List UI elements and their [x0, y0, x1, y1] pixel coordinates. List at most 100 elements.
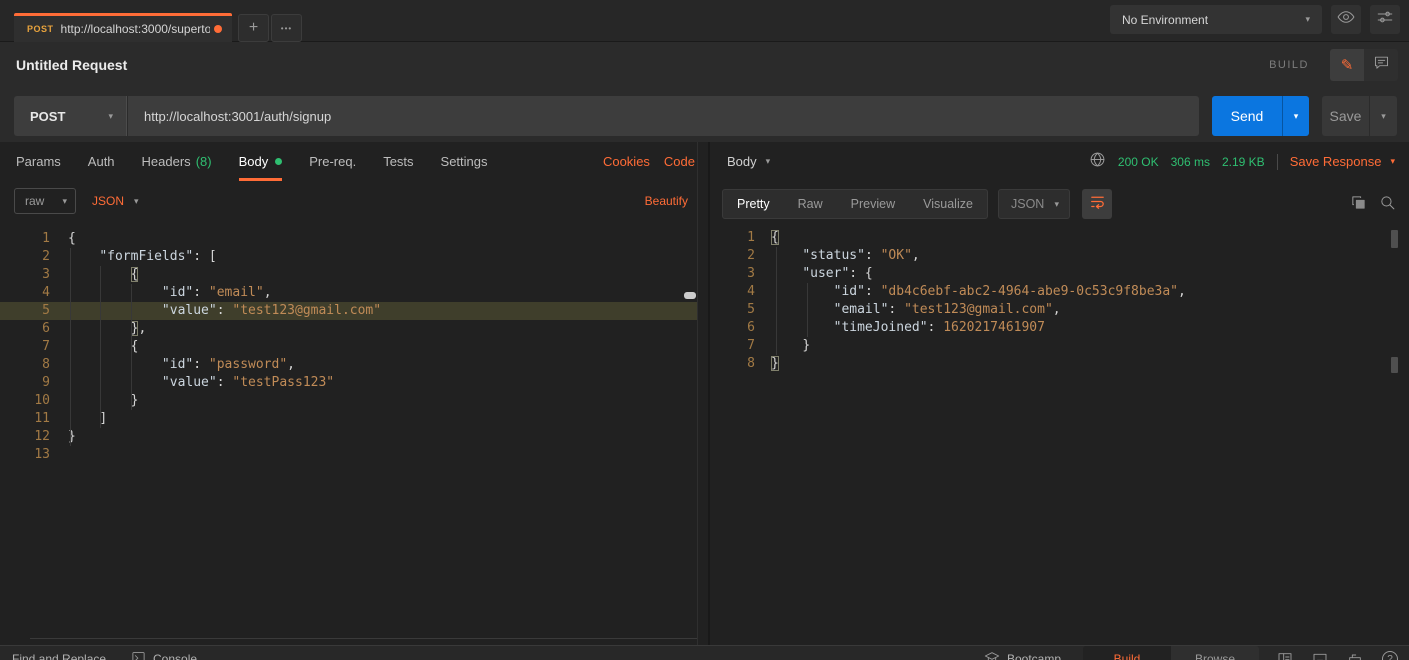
method-selector[interactable]: POST ▾	[14, 96, 127, 136]
line-number: 6	[0, 320, 50, 338]
window-icon[interactable]	[1312, 651, 1328, 660]
indent-guide	[131, 284, 132, 410]
response-language-value: JSON	[1011, 197, 1044, 211]
code-line[interactable]: 5 "email": "test123@gmail.com",	[710, 301, 1409, 319]
code-line[interactable]: 13	[0, 446, 708, 464]
pencil-icon: ✎	[1341, 56, 1354, 74]
body-format-value: raw	[25, 194, 44, 208]
code-line[interactable]: 4 "id": "db4c6ebf-abc2-4964-abe9-0c53c9f…	[710, 283, 1409, 301]
response-body-selector[interactable]: Body ▾	[727, 154, 770, 169]
browse-tab[interactable]: Browse	[1171, 646, 1259, 660]
url-field-container	[128, 96, 1199, 136]
beautify-link[interactable]: Beautify	[645, 188, 688, 214]
save-button[interactable]: Save	[1322, 96, 1369, 136]
response-scrollbar-mark[interactable]	[1391, 230, 1398, 248]
panels-icon[interactable]	[1277, 651, 1293, 660]
console-button[interactable]: Console	[131, 646, 197, 660]
edit-mode-button[interactable]: ✎	[1330, 49, 1364, 81]
chevron-down-icon: ▾	[1390, 156, 1395, 167]
url-input[interactable]	[128, 109, 1199, 124]
tab-headers[interactable]: Headers(8)	[142, 142, 212, 181]
code-text: },	[68, 320, 146, 338]
response-scrollbar-mark[interactable]	[1391, 357, 1398, 373]
code-line[interactable]: 11 ]	[0, 410, 708, 428]
code-text: }	[68, 392, 138, 410]
build-tab[interactable]: Build	[1083, 646, 1171, 660]
copy-icon	[1350, 198, 1367, 215]
code-line[interactable]: 1{	[710, 229, 1409, 247]
code-line[interactable]: 8 "id": "password",	[0, 356, 708, 374]
more-tabs-button[interactable]: •••	[271, 14, 302, 42]
size-badge[interactable]: 2.19 KB	[1222, 155, 1265, 169]
code-line[interactable]: 1{	[0, 230, 708, 248]
tab-pre-request[interactable]: Pre-req.	[309, 142, 356, 181]
time-badge[interactable]: 306 ms	[1171, 155, 1210, 169]
code-link[interactable]: Code	[664, 154, 695, 169]
wrap-lines-button[interactable]	[1082, 189, 1112, 219]
code-line[interactable]: 4 "id": "email",	[0, 284, 708, 302]
view-raw[interactable]: Raw	[784, 190, 837, 218]
shortcuts-icon[interactable]	[1347, 651, 1363, 660]
tab-params[interactable]: Params	[16, 142, 61, 181]
code-line[interactable]: 8}	[710, 355, 1409, 373]
search-response-button[interactable]	[1379, 194, 1396, 216]
code-line[interactable]: 6 },	[0, 320, 708, 338]
find-and-replace-button[interactable]: Find and Replace	[12, 646, 106, 660]
request-scrollbar-thumb[interactable]	[684, 292, 696, 299]
status-badge[interactable]: 200 OK	[1118, 155, 1159, 169]
copy-response-button[interactable]	[1350, 194, 1367, 216]
code-line[interactable]: 12}	[0, 428, 708, 446]
line-number: 4	[710, 283, 755, 301]
line-number: 8	[0, 356, 50, 374]
view-preview[interactable]: Preview	[837, 190, 909, 218]
globe-icon[interactable]	[1089, 151, 1106, 173]
code-text: "value": "testPass123"	[68, 374, 334, 392]
code-line[interactable]: 10 }	[0, 392, 708, 410]
body-format-selector[interactable]: raw ▾	[14, 188, 76, 214]
bootcamp-icon	[984, 650, 1000, 660]
request-tab[interactable]: POST http://localhost:3000/supertok...	[14, 13, 232, 42]
code-text: "status": "OK",	[771, 247, 920, 265]
line-number: 5	[710, 301, 755, 319]
code-line[interactable]: 7 {	[0, 338, 708, 356]
line-number: 6	[710, 319, 755, 337]
code-line[interactable]: 2 "formFields": [	[0, 248, 708, 266]
code-line[interactable]: 2 "status": "OK",	[710, 247, 1409, 265]
request-url-row: POST ▾ Send ▾ Save ▾	[0, 88, 1409, 142]
line-number: 10	[0, 392, 50, 410]
request-title[interactable]: Untitled Request	[16, 42, 127, 88]
code-line[interactable]: 9 "value": "testPass123"	[0, 374, 708, 392]
save-options-button[interactable]: ▾	[1369, 96, 1397, 136]
cookies-link[interactable]: Cookies	[603, 154, 650, 169]
save-response-button[interactable]: Save Response ▾	[1290, 154, 1395, 169]
line-number: 3	[710, 265, 755, 283]
body-language-selector[interactable]: JSON ▾	[92, 188, 139, 214]
code-line[interactable]: 5 "value": "test123@gmail.com"	[0, 302, 697, 320]
line-number: 4	[0, 284, 50, 302]
environment-preview-button[interactable]	[1331, 5, 1361, 34]
view-visualize[interactable]: Visualize	[909, 190, 987, 218]
response-language-selector[interactable]: JSON ▾	[998, 189, 1070, 219]
send-button[interactable]: Send	[1212, 96, 1282, 136]
help-icon[interactable]: ?	[1382, 651, 1398, 660]
workspace-settings-button[interactable]	[1370, 5, 1400, 34]
response-toolbar: Pretty Raw Preview Visualize JSON ▾	[710, 181, 1409, 223]
new-tab-button[interactable]: +	[238, 14, 269, 42]
comment-button[interactable]	[1364, 49, 1398, 81]
environment-selector[interactable]: No Environment ▾	[1110, 5, 1322, 34]
bootcamp-button[interactable]: Bootcamp	[984, 646, 1061, 660]
code-text: "id": "password",	[68, 356, 295, 374]
tab-body[interactable]: Body	[239, 142, 283, 181]
horizontal-scrollbar[interactable]	[30, 638, 697, 639]
tab-settings[interactable]: Settings	[441, 142, 488, 181]
tab-auth[interactable]: Auth	[88, 142, 115, 181]
code-line[interactable]: 3 "user": {	[710, 265, 1409, 283]
response-pane: Body ▾ 200 OK 306 ms 2.19 KB Save Respon…	[710, 142, 1409, 645]
code-text: "value": "test123@gmail.com"	[68, 302, 381, 320]
view-pretty[interactable]: Pretty	[723, 190, 784, 218]
send-options-button[interactable]: ▾	[1282, 96, 1309, 136]
code-line[interactable]: 6 "timeJoined": 1620217461907	[710, 319, 1409, 337]
code-line[interactable]: 7 }	[710, 337, 1409, 355]
code-line[interactable]: 3 {	[0, 266, 708, 284]
tab-tests[interactable]: Tests	[383, 142, 413, 181]
